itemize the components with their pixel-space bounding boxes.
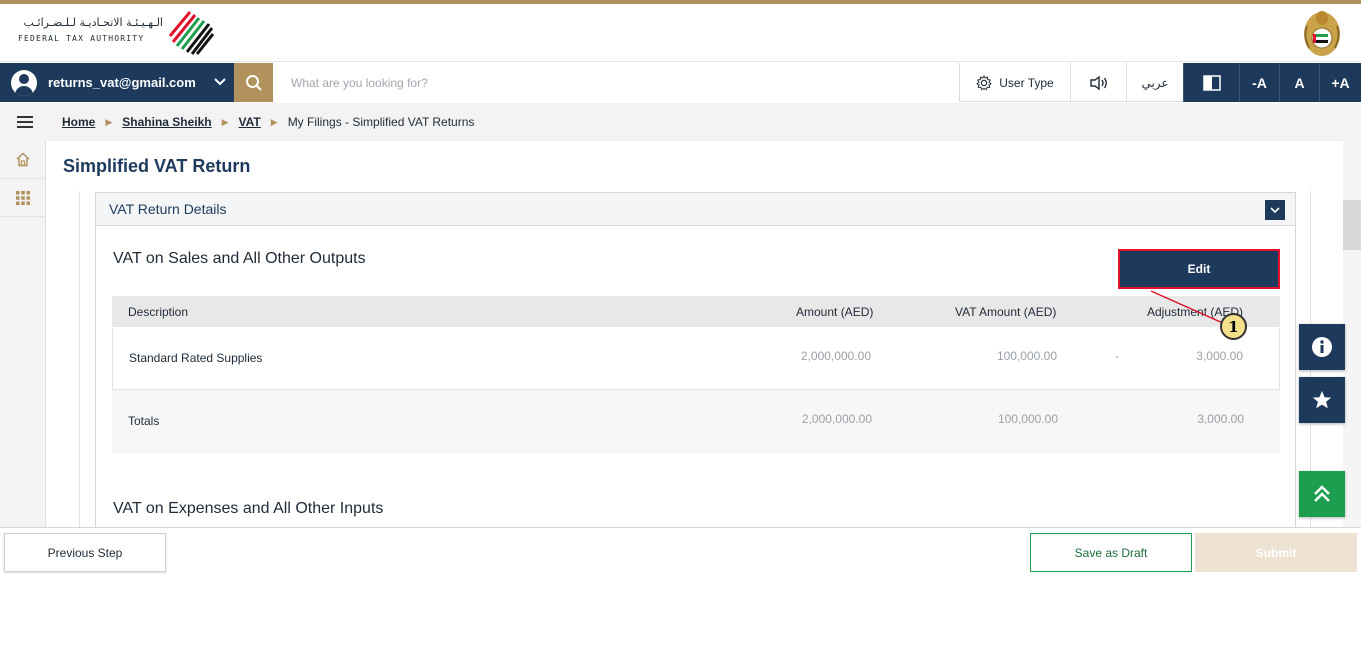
accordion-toggle[interactable]	[1265, 200, 1285, 220]
totals-label: Totals	[128, 414, 160, 428]
user-type-label: User Type	[999, 75, 1054, 90]
sales-section-title: VAT on Sales and All Other Outputs	[113, 250, 366, 267]
font-decrease-button[interactable]: -A	[1239, 63, 1279, 102]
text-to-speech-button[interactable]	[1070, 63, 1126, 102]
fta-logo-text[interactable]: الـهـيـئـة الاتحـاديـة لـلـضـرائـب FEDER…	[18, 16, 163, 43]
accordion-title: VAT Return Details	[109, 201, 227, 217]
favorite-button[interactable]	[1299, 377, 1345, 423]
scrollbar-thumb[interactable]	[1343, 200, 1361, 250]
font-decrease-label: -A	[1252, 74, 1267, 91]
row-vat-amount: 100,000.00	[996, 349, 1057, 363]
totals-vat-amount: 100,000.00	[997, 412, 1058, 426]
sidebar-apps[interactable]	[0, 179, 46, 217]
breadcrumb-separator-icon: ▶	[105, 116, 113, 127]
totals-amount: 2,000,000.00	[801, 412, 872, 426]
language-toggle[interactable]: عربي	[1126, 63, 1183, 102]
row-amount: 2,000,000.00	[800, 349, 871, 363]
contrast-toggle[interactable]	[1183, 63, 1239, 102]
totals-adjustment: 3,000.00	[1197, 412, 1244, 426]
row-adjustment-sign: -	[1115, 349, 1119, 363]
sidebar	[0, 141, 46, 527]
info-icon	[1312, 337, 1332, 357]
vat-return-details-accordion: VAT Return Details VAT on Sales and All …	[95, 192, 1296, 527]
user-email: returns_vat@gmail.com	[48, 75, 196, 90]
table-header: Description Amount (AED) VAT Amount (AED…	[112, 296, 1280, 327]
scrollbar-track[interactable]	[1343, 141, 1361, 527]
breadcrumb-user[interactable]: Shahina Sheikh	[122, 115, 211, 129]
home-icon	[16, 152, 30, 167]
breadcrumb-separator-icon: ▶	[221, 116, 229, 127]
double-chevron-up-icon	[1314, 485, 1330, 502]
authority-name-english: FEDERAL TAX AUTHORITY	[18, 34, 145, 43]
table-row: Standard Rated Supplies 2,000,000.00 100…	[112, 327, 1280, 390]
footer-actions: Previous Step Save as Draft Submit	[0, 527, 1361, 577]
page-title: Simplified VAT Return	[63, 156, 251, 176]
uae-emblem-icon	[1304, 11, 1340, 56]
user-type-button[interactable]: User Type	[959, 63, 1070, 102]
grid-apps-icon	[16, 190, 30, 205]
sales-table: Description Amount (AED) VAT Amount (AED…	[112, 296, 1280, 453]
search-button[interactable]	[234, 63, 273, 102]
fta-logo-icon[interactable]	[165, 8, 215, 58]
column-description: Description	[128, 305, 189, 319]
language-label: عربي	[1141, 75, 1169, 90]
main-content: Simplified VAT Return VAT Return Details…	[46, 141, 1343, 527]
authority-name-arabic: الـهـيـئـة الاتحـاديـة لـلـضـرائـب	[23, 16, 163, 29]
contrast-icon	[1202, 74, 1221, 91]
app-root: الـهـيـئـة الاتحـاديـة لـلـضـرائـب FEDER…	[0, 0, 1361, 648]
submit-button[interactable]: Submit	[1195, 533, 1357, 572]
font-reset-button[interactable]: A	[1279, 63, 1319, 102]
top-navbar: returns_vat@gmail.com User Type عربي -A …	[0, 63, 1361, 102]
search-icon	[245, 74, 262, 91]
site-header: الـهـيـئـة الاتحـاديـة لـلـضـرائـب FEDER…	[0, 4, 1361, 62]
breadcrumb-current: My Filings - Simplified VAT Returns	[287, 115, 475, 129]
breadcrumb-separator-icon: ▶	[270, 116, 278, 127]
gear-icon	[976, 74, 993, 90]
column-amount: Amount (AED)	[796, 305, 874, 319]
breadcrumb-vat[interactable]: VAT	[239, 115, 261, 129]
speaker-icon	[1089, 75, 1107, 90]
info-button[interactable]	[1299, 324, 1345, 370]
accordion-header[interactable]: VAT Return Details	[96, 193, 1295, 226]
row-adjustment: 3,000.00	[1196, 349, 1243, 363]
breadcrumb-bar: Home ▶ Shahina Sheikh ▶ VAT ▶ My Filings…	[0, 103, 1361, 141]
font-increase-button[interactable]: +A	[1319, 63, 1361, 102]
save-as-draft-button[interactable]: Save as Draft	[1030, 533, 1192, 572]
chevron-down-icon[interactable]	[214, 77, 226, 87]
user-avatar-icon	[11, 69, 37, 96]
column-vat-amount: VAT Amount (AED)	[955, 305, 1057, 319]
expenses-section-title: VAT on Expenses and All Other Inputs	[113, 500, 384, 517]
star-icon	[1312, 391, 1332, 409]
breadcrumb-home[interactable]: Home	[62, 115, 95, 129]
sidebar-home[interactable]	[0, 141, 46, 179]
chevron-down-icon	[1270, 207, 1280, 214]
table-row-totals: Totals 2,000,000.00 100,000.00 3,000.00	[112, 390, 1280, 453]
hamburger-menu-icon[interactable]	[17, 116, 33, 128]
breadcrumb: Home ▶ Shahina Sheikh ▶ VAT ▶ My Filings…	[62, 115, 474, 129]
search-input[interactable]	[273, 63, 959, 102]
edit-button[interactable]: Edit	[1118, 249, 1280, 289]
user-menu[interactable]: returns_vat@gmail.com	[0, 63, 234, 102]
annotation-step-badge: 1	[1220, 313, 1247, 340]
font-increase-label: +A	[1331, 74, 1350, 91]
scroll-to-top-button[interactable]	[1299, 471, 1345, 517]
row-description: Standard Rated Supplies	[129, 351, 263, 365]
font-reset-label: A	[1294, 74, 1305, 91]
previous-step-button[interactable]: Previous Step	[4, 533, 166, 572]
